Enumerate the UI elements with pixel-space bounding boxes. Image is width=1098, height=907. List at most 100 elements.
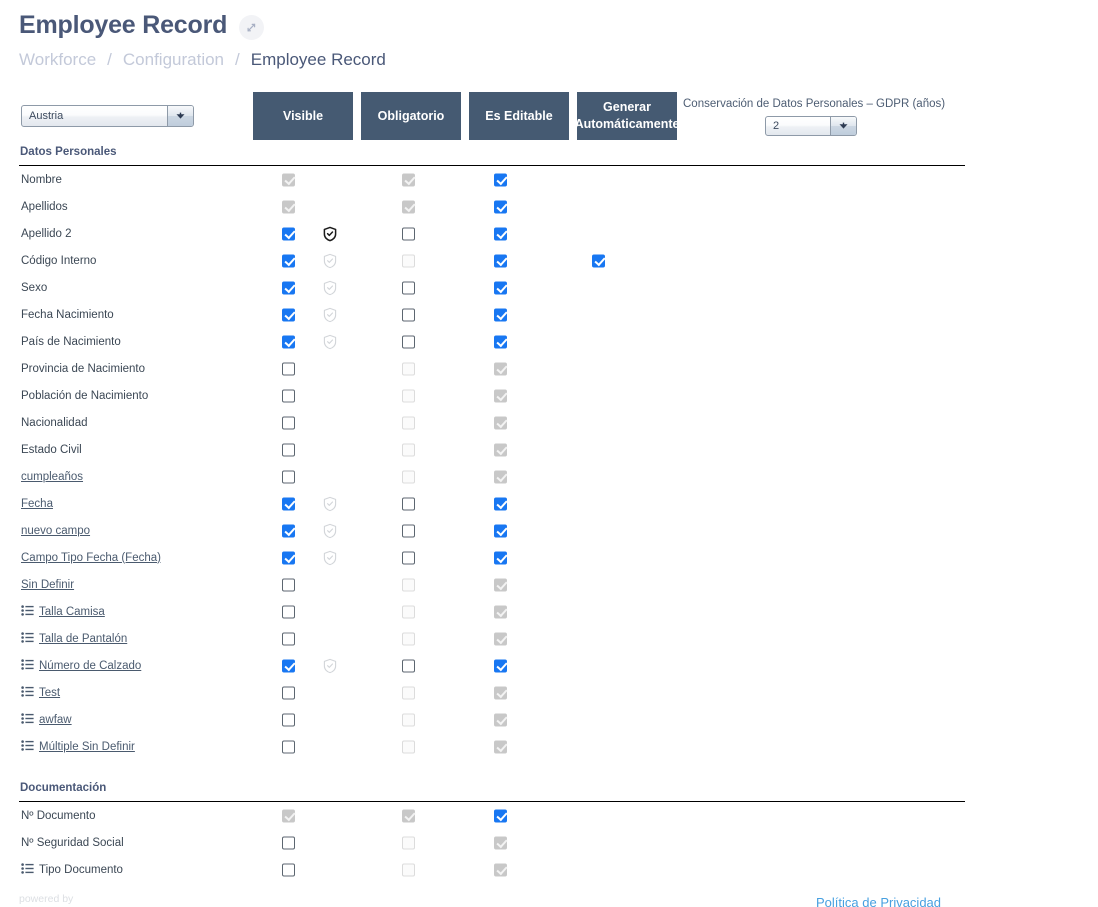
checkbox-visible[interactable] bbox=[282, 605, 295, 618]
checkbox-visible[interactable] bbox=[282, 551, 295, 564]
checkbox-visible[interactable] bbox=[282, 308, 295, 321]
column-header-obligatorio[interactable]: Obligatorio bbox=[361, 92, 461, 140]
column-header-es-editable[interactable]: Es Editable bbox=[469, 92, 569, 140]
field-label[interactable]: Sin Definir bbox=[21, 579, 74, 591]
checkbox-generar-automaticamente[interactable] bbox=[592, 254, 605, 267]
cell-obligatorio bbox=[402, 281, 415, 294]
checkbox-visible[interactable] bbox=[282, 254, 295, 267]
checkbox-visible[interactable] bbox=[282, 497, 295, 510]
checkbox-obligatorio[interactable] bbox=[402, 524, 415, 537]
checkbox-obligatorio[interactable] bbox=[402, 335, 415, 348]
gdpr-shield-icon[interactable] bbox=[323, 334, 337, 349]
checkbox-obligatorio[interactable] bbox=[402, 497, 415, 510]
checkbox-visible[interactable] bbox=[282, 740, 295, 753]
checkbox-visible[interactable] bbox=[282, 443, 295, 456]
checkbox-es-editable[interactable] bbox=[494, 335, 507, 348]
cell-es-editable bbox=[494, 389, 507, 402]
checkbox-visible[interactable] bbox=[282, 578, 295, 591]
field-label: Apellido 2 bbox=[21, 228, 72, 240]
expand-diagonal-icon[interactable] bbox=[239, 15, 264, 40]
checkbox-obligatorio bbox=[402, 713, 415, 726]
field-label[interactable]: Campo Tipo Fecha (Fecha) bbox=[21, 552, 161, 564]
field-label-cell: Código Interno bbox=[21, 255, 96, 267]
checkbox-es-editable[interactable] bbox=[494, 524, 507, 537]
field-label[interactable]: Test bbox=[39, 687, 60, 699]
gdpr-shield-icon[interactable] bbox=[323, 307, 337, 322]
table-row: Nº Documento bbox=[0, 802, 1098, 829]
cell-visible bbox=[282, 605, 295, 618]
checkbox-es-editable[interactable] bbox=[494, 173, 507, 186]
breadcrumb-item-configuration[interactable]: Configuration bbox=[123, 50, 224, 70]
breadcrumb-item-workforce[interactable]: Workforce bbox=[19, 50, 96, 70]
checkbox-es-editable[interactable] bbox=[494, 200, 507, 213]
checkbox-obligatorio[interactable] bbox=[402, 659, 415, 672]
checkbox-obligatorio[interactable] bbox=[402, 281, 415, 294]
checkbox-visible[interactable] bbox=[282, 335, 295, 348]
checkbox-visible[interactable] bbox=[282, 362, 295, 375]
checkbox-es-editable bbox=[494, 578, 507, 591]
checkbox-visible[interactable] bbox=[282, 227, 295, 240]
checkbox-es-editable[interactable] bbox=[494, 227, 507, 240]
checkbox-visible[interactable] bbox=[282, 836, 295, 849]
gdpr-shield-icon[interactable] bbox=[323, 280, 337, 295]
cell-visible bbox=[282, 443, 295, 456]
checkbox-visible[interactable] bbox=[282, 524, 295, 537]
cell-obligatorio bbox=[402, 470, 415, 483]
country-select[interactable]: Austria bbox=[21, 105, 194, 127]
checkbox-es-editable[interactable] bbox=[494, 809, 507, 822]
checkbox-es-editable[interactable] bbox=[494, 497, 507, 510]
column-header-generar-automaticamente[interactable]: Generar Automáticamente bbox=[577, 92, 677, 140]
cell-es-editable bbox=[494, 308, 507, 321]
field-label-cell: Sexo bbox=[21, 282, 47, 294]
gdpr-shield-icon[interactable] bbox=[323, 523, 337, 538]
checkbox-obligatorio[interactable] bbox=[402, 308, 415, 321]
gdpr-shield-icon[interactable] bbox=[323, 658, 337, 673]
breadcrumb: Workforce / Configuration / Employee Rec… bbox=[19, 50, 386, 70]
cell-obligatorio bbox=[402, 443, 415, 456]
chevron-down-icon[interactable] bbox=[167, 106, 193, 126]
field-label-cell: Talla de Pantalón bbox=[21, 632, 127, 646]
gdpr-shield-icon[interactable] bbox=[323, 226, 337, 241]
gdpr-shield-icon[interactable] bbox=[323, 253, 337, 268]
field-label[interactable]: Talla Camisa bbox=[39, 606, 105, 618]
column-header-visible[interactable]: Visible bbox=[253, 92, 353, 140]
cell-obligatorio bbox=[402, 605, 415, 618]
gdpr-years-select[interactable]: 2 bbox=[765, 116, 857, 136]
checkbox-es-editable[interactable] bbox=[494, 254, 507, 267]
gdpr-shield-icon[interactable] bbox=[323, 550, 337, 565]
field-label: País de Nacimiento bbox=[21, 336, 121, 348]
field-label[interactable]: Talla de Pantalón bbox=[39, 633, 127, 645]
cell-obligatorio bbox=[402, 863, 415, 876]
field-label[interactable]: Número de Calzado bbox=[39, 660, 141, 672]
checkbox-visible[interactable] bbox=[282, 281, 295, 294]
checkbox-obligatorio bbox=[402, 173, 415, 186]
checkbox-visible[interactable] bbox=[282, 863, 295, 876]
checkbox-es-editable[interactable] bbox=[494, 308, 507, 321]
cell-es-editable bbox=[494, 281, 507, 294]
field-label[interactable]: Múltiple Sin Definir bbox=[39, 741, 135, 753]
field-label[interactable]: nuevo campo bbox=[21, 525, 90, 537]
checkbox-es-editable[interactable] bbox=[494, 551, 507, 564]
checkbox-visible[interactable] bbox=[282, 686, 295, 699]
chevron-down-icon[interactable] bbox=[830, 117, 856, 135]
checkbox-es-editable bbox=[494, 713, 507, 726]
gdpr-shield-icon[interactable] bbox=[323, 496, 337, 511]
checkbox-visible[interactable] bbox=[282, 470, 295, 483]
checkbox-visible[interactable] bbox=[282, 632, 295, 645]
cell-es-editable bbox=[494, 416, 507, 429]
checkbox-es-editable[interactable] bbox=[494, 659, 507, 672]
checkbox-visible[interactable] bbox=[282, 713, 295, 726]
checkbox-obligatorio[interactable] bbox=[402, 227, 415, 240]
cell-es-editable bbox=[494, 335, 507, 348]
checkbox-es-editable[interactable] bbox=[494, 281, 507, 294]
country-select-value: Austria bbox=[29, 110, 63, 122]
privacy-policy-link[interactable]: Política de Privacidad bbox=[816, 895, 941, 907]
field-label[interactable]: Fecha bbox=[21, 498, 53, 510]
checkbox-visible[interactable] bbox=[282, 659, 295, 672]
checkbox-obligatorio[interactable] bbox=[402, 551, 415, 564]
checkbox-visible[interactable] bbox=[282, 416, 295, 429]
checkbox-visible[interactable] bbox=[282, 389, 295, 402]
field-label[interactable]: awfaw bbox=[39, 714, 72, 726]
table-row: Sexo bbox=[0, 274, 1098, 301]
field-label[interactable]: cumpleaños bbox=[21, 471, 83, 483]
